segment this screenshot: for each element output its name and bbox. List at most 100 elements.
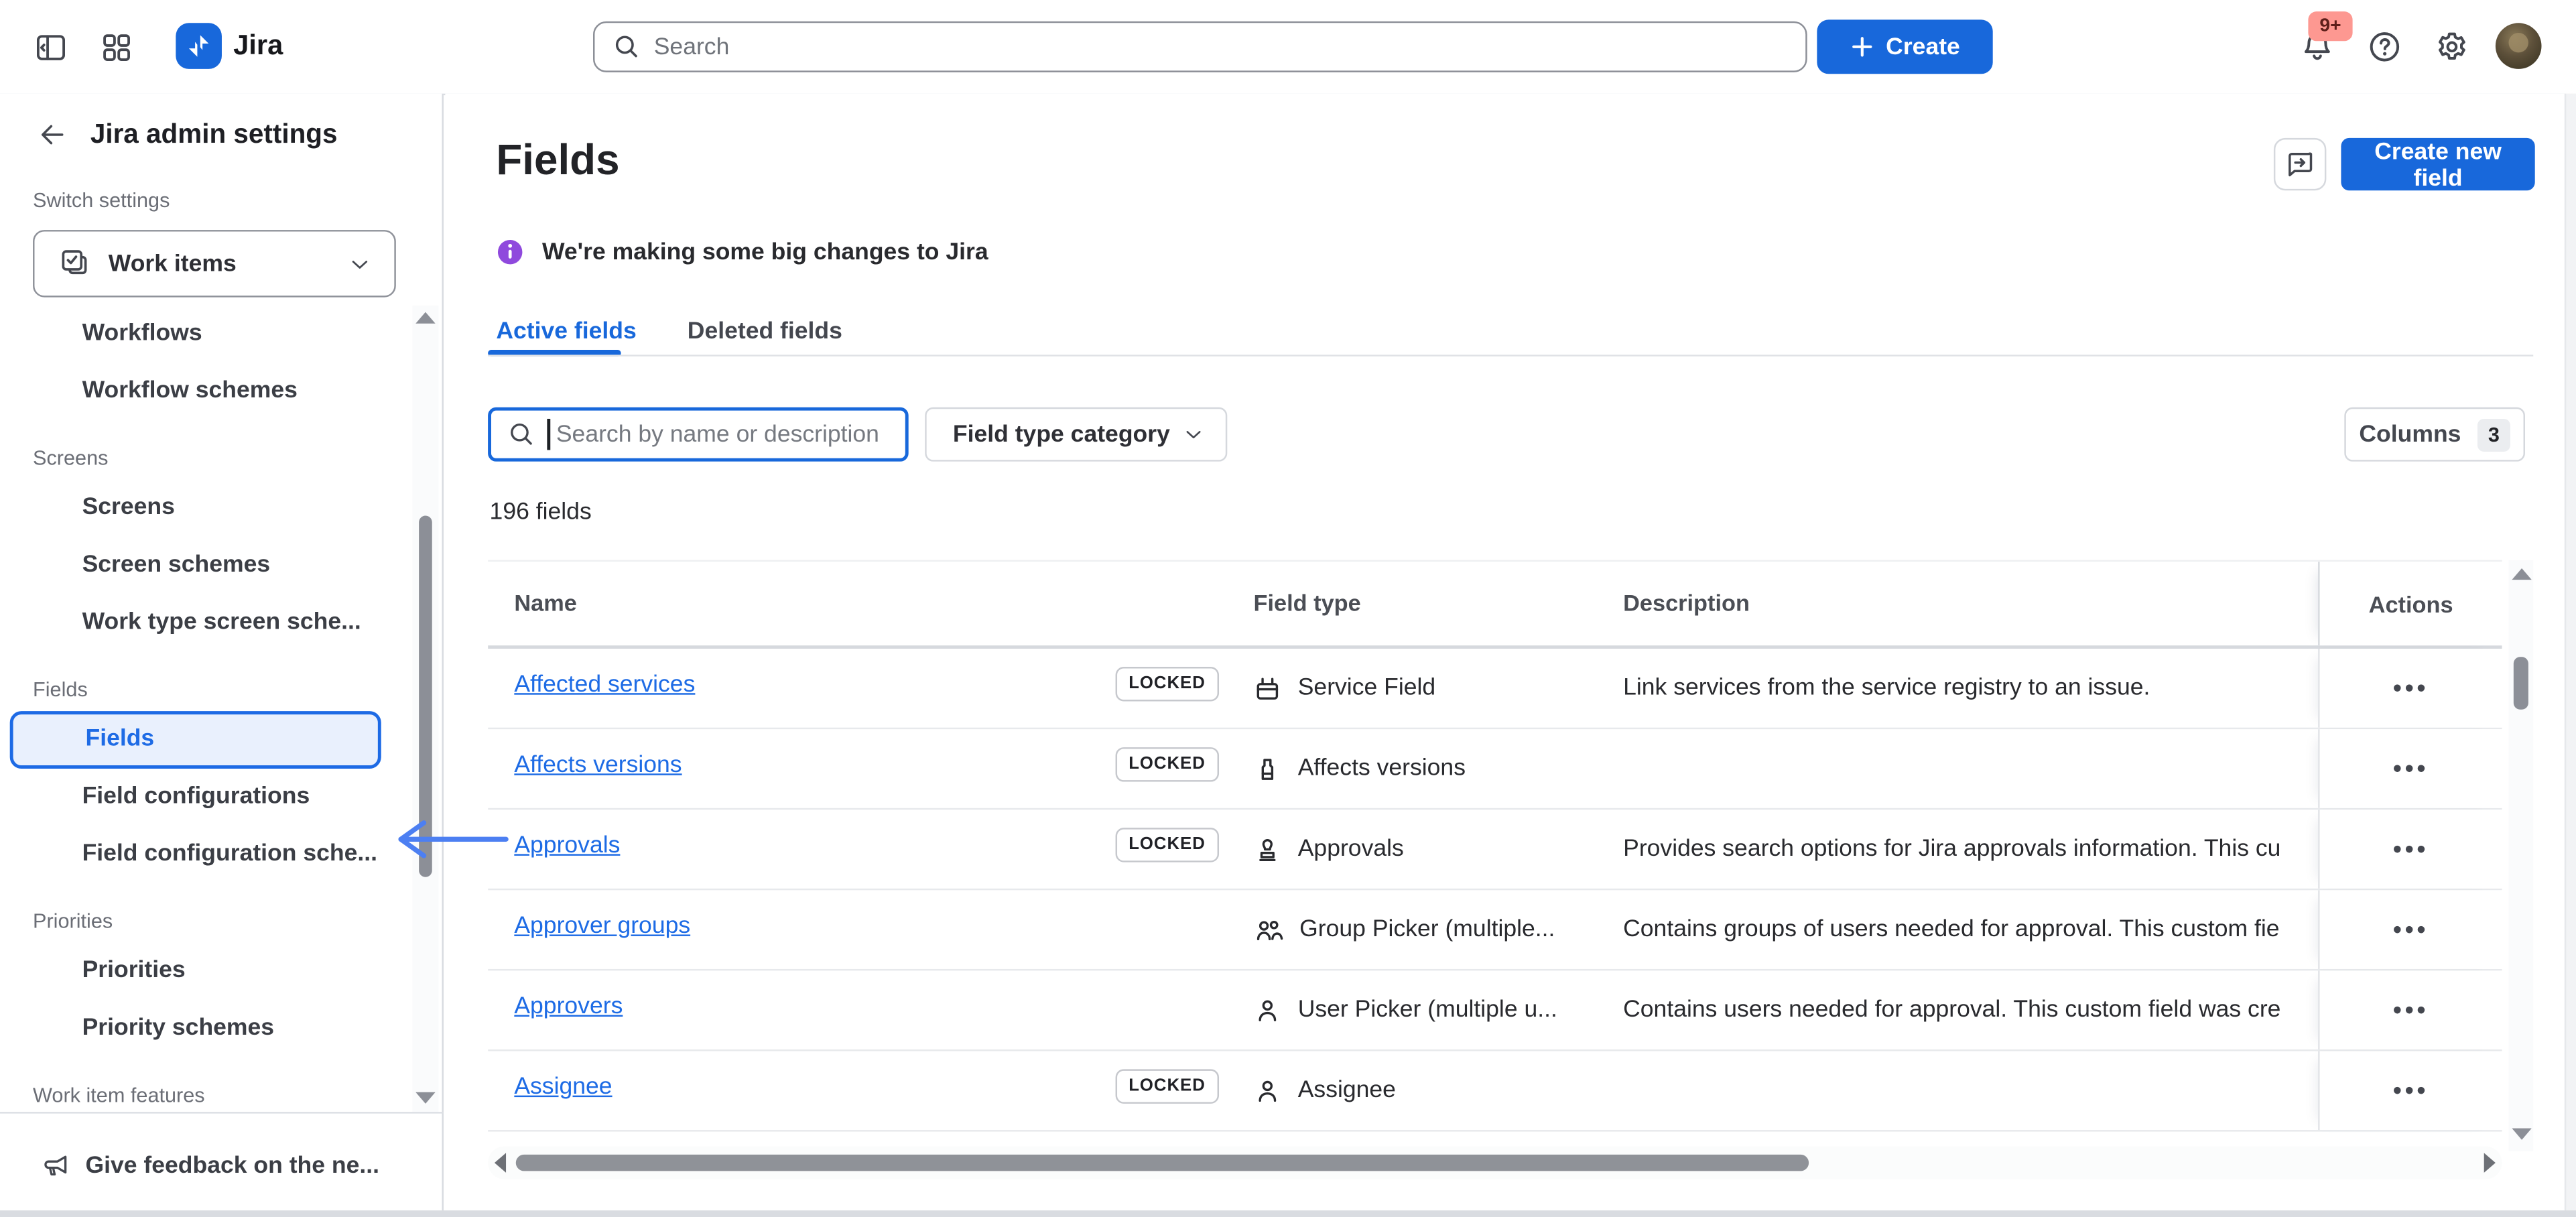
collapse-sidebar-button[interactable] bbox=[29, 26, 72, 69]
field-description: Contains users needed for approval. This… bbox=[1623, 970, 2318, 1049]
field-type-label: Approvals bbox=[1298, 836, 1404, 862]
plus-icon bbox=[1850, 34, 1874, 59]
feedback-button[interactable] bbox=[2274, 138, 2326, 190]
scroll-left-icon[interactable] bbox=[495, 1153, 506, 1172]
column-header-description: Description bbox=[1623, 590, 1750, 616]
actions-cell: ••• bbox=[2318, 970, 2502, 1049]
sidebar-item-work-type-screen-sche[interactable]: Work type screen sche... bbox=[0, 594, 411, 652]
more-actions-button[interactable]: ••• bbox=[2393, 757, 2429, 781]
sidebar-item-field-configuration-sche[interactable]: Field configuration sche... bbox=[0, 826, 411, 884]
chevron-down-icon bbox=[1181, 422, 1206, 447]
sidebar-section-priorities: Priorities bbox=[0, 883, 411, 942]
sidebar-item-screen-schemes[interactable]: Screen schemes bbox=[0, 537, 411, 594]
global-search-input[interactable] bbox=[651, 32, 1805, 62]
scroll-right-icon[interactable] bbox=[2484, 1153, 2496, 1172]
feedback-bubble-icon bbox=[2284, 148, 2317, 181]
field-type-label: Affects versions bbox=[1298, 755, 1466, 781]
locked-badge: LOCKED bbox=[1116, 1069, 1219, 1102]
more-actions-button[interactable]: ••• bbox=[2393, 998, 2429, 1023]
table-row: Assignee LOCKED Assignee ••• bbox=[488, 1051, 2502, 1131]
switch-settings-label: Switch settings bbox=[33, 189, 170, 212]
column-header-field-type: Field type bbox=[1254, 590, 1361, 616]
field-description bbox=[1623, 729, 2318, 808]
sidebar-item-priority-schemes[interactable]: Priority schemes bbox=[0, 1001, 411, 1058]
scroll-down-icon[interactable] bbox=[415, 1092, 435, 1104]
column-header-actions: Actions bbox=[2369, 590, 2453, 617]
changes-banner[interactable]: We're making some big changes to Jira bbox=[496, 238, 988, 266]
actions-cell: ••• bbox=[2318, 1051, 2502, 1130]
fields-count: 196 fields bbox=[490, 499, 592, 525]
scroll-down-icon[interactable] bbox=[2512, 1129, 2531, 1140]
sidebar-item-field-configurations[interactable]: Field configurations bbox=[0, 769, 411, 826]
app-switcher-button[interactable] bbox=[95, 26, 138, 69]
field-name-link[interactable]: Approvers bbox=[514, 994, 623, 1020]
table-hscroll-thumb[interactable] bbox=[516, 1155, 1809, 1171]
sidebar-item-workflow-schemes[interactable]: Workflow schemes bbox=[0, 363, 411, 421]
field-type-category-filter[interactable]: Field type category bbox=[925, 407, 1227, 462]
help-button[interactable] bbox=[2362, 25, 2406, 69]
table-horizontal-scrollbar[interactable] bbox=[488, 1147, 2502, 1179]
sidebar-section-work-item-features: Work item features bbox=[0, 1058, 411, 1112]
create-button[interactable]: Create bbox=[1817, 19, 1992, 74]
sidebar-item-workflows[interactable]: Workflows bbox=[0, 306, 411, 363]
user-picker-icon bbox=[1254, 996, 1282, 1024]
settings-switcher-dropdown[interactable]: Work items bbox=[33, 230, 396, 297]
actions-cell: ••• bbox=[2318, 810, 2502, 889]
sidebar-item-priorities[interactable]: Priorities bbox=[0, 943, 411, 1001]
sidebar-scrollbar-thumb[interactable] bbox=[419, 516, 432, 877]
table-vscroll-thumb[interactable] bbox=[2514, 657, 2528, 709]
back-arrow-icon bbox=[36, 118, 69, 151]
back-button[interactable] bbox=[36, 118, 69, 151]
gear-icon bbox=[2433, 28, 2471, 66]
banner-text: We're making some big changes to Jira bbox=[542, 239, 988, 265]
field-name-link[interactable]: Assignee bbox=[514, 1074, 612, 1100]
help-icon bbox=[2366, 28, 2403, 66]
columns-button[interactable]: Columns 3 bbox=[2344, 407, 2525, 462]
jira-logo[interactable] bbox=[176, 23, 222, 69]
field-name-link[interactable]: Affects versions bbox=[514, 752, 682, 778]
scroll-up-icon[interactable] bbox=[415, 312, 435, 324]
sidebar-item-screens[interactable]: Screens bbox=[0, 480, 411, 537]
sidebar-item-fields[interactable]: Fields bbox=[10, 711, 381, 769]
column-header-name: Name bbox=[514, 590, 577, 616]
create-new-field-button[interactable]: Create new field bbox=[2341, 138, 2534, 190]
notification-count-badge: 9+ bbox=[2308, 11, 2352, 41]
fields-tabs: Active fields Deleted fields bbox=[496, 318, 842, 365]
field-type-label: User Picker (multiple u... bbox=[1298, 997, 1557, 1023]
more-actions-button[interactable]: ••• bbox=[2393, 837, 2429, 862]
table-vertical-scrollbar[interactable] bbox=[2508, 560, 2533, 1151]
field-name-link[interactable]: Affected services bbox=[514, 671, 695, 698]
user-picker-icon bbox=[1254, 1076, 1282, 1104]
give-feedback-button[interactable]: Give feedback on the ne... bbox=[0, 1114, 444, 1217]
scroll-up-icon[interactable] bbox=[2512, 568, 2531, 580]
locked-badge: LOCKED bbox=[1116, 828, 1219, 861]
field-search-input[interactable] bbox=[553, 420, 905, 449]
service-field-icon bbox=[1254, 674, 1282, 702]
sidebar-section-fields: Fields bbox=[0, 652, 411, 711]
field-type-label: Service Field bbox=[1298, 675, 1435, 701]
approvals-stamp-icon bbox=[1254, 835, 1282, 863]
user-avatar[interactable] bbox=[2496, 23, 2542, 69]
page-scrollbar-track[interactable] bbox=[2565, 94, 2576, 1217]
more-actions-button[interactable]: ••• bbox=[2393, 1078, 2429, 1103]
work-items-icon bbox=[58, 247, 92, 281]
more-actions-button[interactable]: ••• bbox=[2393, 676, 2429, 700]
field-description: Contains groups of users needed for appr… bbox=[1623, 890, 2318, 969]
more-actions-button[interactable]: ••• bbox=[2393, 917, 2429, 942]
field-type-label: Assignee bbox=[1298, 1078, 1396, 1104]
field-name-link[interactable]: Approvals bbox=[514, 833, 620, 859]
page-horizontal-scrollbar[interactable] bbox=[0, 1210, 2576, 1217]
tab-active-fields[interactable]: Active fields bbox=[496, 318, 636, 365]
fields-admin-content: Fields Create new field We're making som… bbox=[445, 94, 2576, 1217]
megaphone-icon bbox=[40, 1150, 71, 1181]
field-name-link[interactable]: Approver groups bbox=[514, 913, 690, 940]
settings-button[interactable] bbox=[2430, 25, 2474, 69]
actions-cell: ••• bbox=[2318, 649, 2502, 728]
table-row: Approvers User Picker (multiple u... Conta… bbox=[488, 970, 2502, 1051]
text-caret bbox=[547, 419, 550, 450]
fields-table: Name Field type Description Actions Affe… bbox=[488, 560, 2502, 1133]
table-row: Approver groupsGroup Picker (multiple...… bbox=[488, 890, 2502, 970]
tab-deleted-fields[interactable]: Deleted fields bbox=[688, 318, 842, 365]
give-feedback-label: Give feedback on the ne... bbox=[85, 1152, 379, 1178]
table-header-row: Name Field type Description Actions bbox=[488, 562, 2502, 649]
